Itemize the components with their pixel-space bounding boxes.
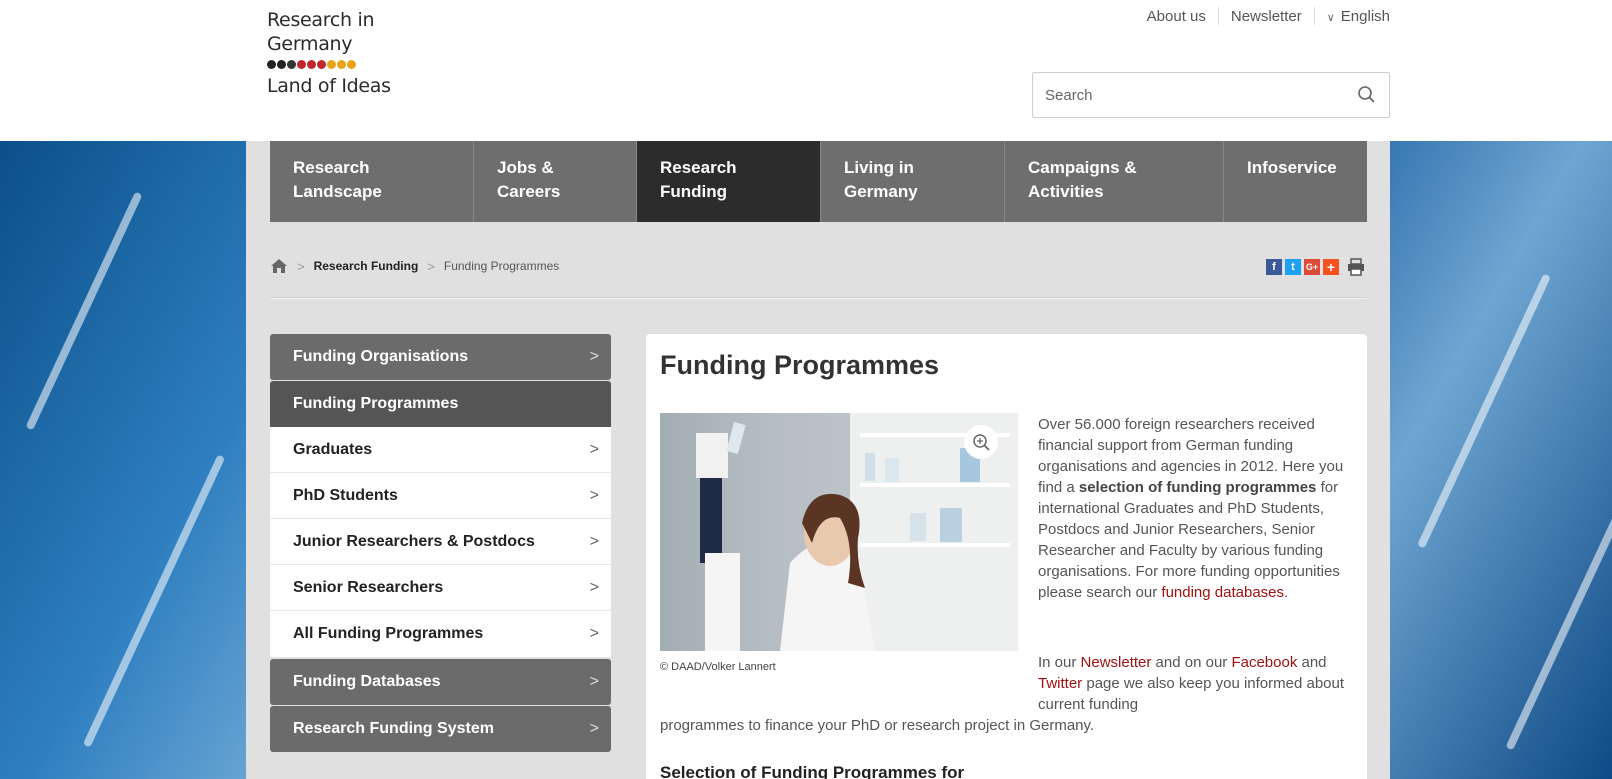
logo-dot	[307, 60, 316, 69]
sidebar-item-label: PhD Students	[293, 486, 398, 504]
logo-line-2: Germany	[267, 33, 353, 55]
site-header: Research in Germany Land of Ideas About …	[0, 0, 1612, 141]
chevron-right-icon: >	[589, 486, 599, 504]
nav-jobs-careers[interactable]: Jobs & Careers	[474, 141, 637, 222]
logo-line-3: Land of Ideas	[267, 75, 391, 97]
photo-illustration	[660, 413, 1018, 651]
logo-dot	[317, 60, 326, 69]
intro-bold: selection of funding programmes	[1078, 479, 1317, 496]
photo-credit: © DAAD/Volker Lannert	[660, 661, 776, 673]
main-content: Funding Programmes © DAAD/Volker Lannert…	[646, 334, 1367, 779]
newsletter-link[interactable]: Newsletter	[1081, 654, 1152, 671]
breadcrumb: > Research Funding > Funding Programmes	[270, 258, 559, 274]
chevron-down-icon: ∨	[1326, 11, 1335, 24]
nav-research-landscape[interactable]: Research Landscape	[270, 141, 474, 222]
share-more-icon[interactable]: +	[1323, 259, 1339, 275]
funding-databases-link[interactable]: funding databases	[1161, 584, 1284, 601]
logo-dot	[297, 60, 306, 69]
divider	[1313, 7, 1315, 25]
logo-dot	[347, 60, 356, 69]
logo-dot	[287, 60, 296, 69]
sidebar-subitem-graduates[interactable]: Graduates >	[270, 427, 611, 473]
chevron-right-icon: >	[589, 720, 599, 737]
share-bar: f t G+ +	[1266, 258, 1366, 276]
google-plus-icon[interactable]: G+	[1304, 259, 1320, 275]
logo-dots	[267, 60, 391, 72]
sidebar-subitem-all-funding-programmes[interactable]: All Funding Programmes >	[270, 611, 611, 657]
newsletter-paragraph: In our Newsletter and on our Facebook an…	[1038, 652, 1353, 715]
sidebar-item-label: Junior Researchers & Postdocs	[293, 532, 535, 550]
intro-text: .	[1284, 584, 1289, 601]
sidebar-subitem-phd-students[interactable]: PhD Students >	[270, 473, 611, 519]
chevron-right-icon: >	[589, 440, 599, 458]
sidebar-item-research-funding-system[interactable]: Research Funding System >	[270, 706, 611, 752]
search-input[interactable]	[1033, 73, 1333, 117]
divider	[270, 297, 1367, 299]
logo-dot	[337, 60, 346, 69]
background-streak	[82, 454, 226, 748]
logo-dot	[327, 60, 336, 69]
para-text: and	[1297, 654, 1327, 671]
para-text: and on our	[1151, 654, 1232, 671]
background-streak	[25, 191, 143, 431]
chevron-right-icon: >	[589, 625, 599, 642]
intro-paragraph: Over 56.000 foreign researchers received…	[1038, 414, 1353, 603]
home-icon[interactable]	[270, 258, 288, 274]
breadcrumb-research-funding[interactable]: Research Funding	[314, 259, 419, 273]
twitter-link[interactable]: Twitter	[1038, 675, 1082, 692]
logo-line-1: Research in	[267, 9, 375, 31]
sidebar-item-label: Funding Programmes	[293, 395, 459, 412]
sidebar-item-label: Funding Organisations	[293, 348, 469, 365]
sidebar-item-label: Research Funding System	[293, 720, 494, 737]
facebook-link[interactable]: Facebook	[1231, 654, 1297, 671]
sidebar-item-label: Graduates	[293, 440, 373, 458]
newsletter-link[interactable]: Newsletter	[1231, 8, 1302, 25]
search-icon[interactable]	[1357, 85, 1377, 105]
nav-research-funding[interactable]: Research Funding	[637, 141, 821, 222]
print-icon[interactable]	[1346, 258, 1366, 276]
intro-text: for international Graduates and PhD Stud…	[1038, 479, 1340, 601]
about-us-link[interactable]: About us	[1147, 8, 1206, 25]
divider	[1217, 7, 1219, 25]
chevron-right-icon: >	[589, 578, 599, 596]
chevron-right-icon: >	[589, 348, 599, 365]
researcher-photo[interactable]	[660, 413, 1018, 651]
sidebar-subitem-senior-researchers[interactable]: Senior Researchers >	[270, 565, 611, 611]
breadcrumb-current: Funding Programmes	[443, 259, 560, 273]
language-label: English	[1340, 7, 1390, 25]
sidebar-item-funding-organisations[interactable]: Funding Organisations >	[270, 334, 611, 380]
breadcrumb-separator-icon: >	[297, 258, 305, 274]
page-title: Funding Programmes	[660, 350, 940, 380]
top-utility-nav: About us Newsletter ∨ English	[1147, 7, 1390, 25]
twitter-icon[interactable]: t	[1285, 259, 1301, 275]
main-navigation: Research Landscape Jobs & Careers Resear…	[270, 141, 1367, 222]
background-streak	[1416, 273, 1552, 549]
language-selector[interactable]: ∨ English	[1327, 8, 1390, 25]
continuation-text: programmes to finance your PhD or resear…	[660, 717, 1095, 734]
sidebar-subitem-junior-researchers[interactable]: Junior Researchers & Postdocs >	[270, 519, 611, 565]
site-logo[interactable]: Research in Germany Land of Ideas	[267, 8, 391, 98]
logo-dot	[267, 60, 276, 69]
sidebar-item-label: All Funding Programmes	[293, 625, 484, 642]
section-heading: Selection of Funding Programmes for	[660, 763, 965, 779]
facebook-icon[interactable]: f	[1266, 259, 1282, 275]
breadcrumb-separator-icon: >	[427, 258, 435, 274]
para-text: In our	[1038, 654, 1081, 671]
search-box	[1032, 72, 1390, 118]
logo-dot	[277, 60, 286, 69]
sidebar-item-funding-databases[interactable]: Funding Databases >	[270, 659, 611, 705]
chevron-right-icon: >	[589, 532, 599, 550]
nav-campaigns-activities[interactable]: Campaigns & Activities	[1005, 141, 1224, 222]
background-streak	[1505, 511, 1612, 751]
sidebar-item-funding-programmes[interactable]: Funding Programmes	[270, 381, 611, 427]
sidebar-nav: Funding Organisations > Funding Programm…	[270, 334, 611, 753]
sidebar-item-label: Funding Databases	[293, 673, 441, 690]
para-text: page we also keep you informed about cur…	[1038, 675, 1345, 713]
sidebar-item-label: Senior Researchers	[293, 578, 444, 596]
zoom-in-icon[interactable]	[964, 425, 998, 459]
nav-infoservice[interactable]: Infoservice	[1224, 141, 1367, 222]
nav-living-in-germany[interactable]: Living in Germany	[821, 141, 1005, 222]
chevron-right-icon: >	[589, 673, 599, 690]
